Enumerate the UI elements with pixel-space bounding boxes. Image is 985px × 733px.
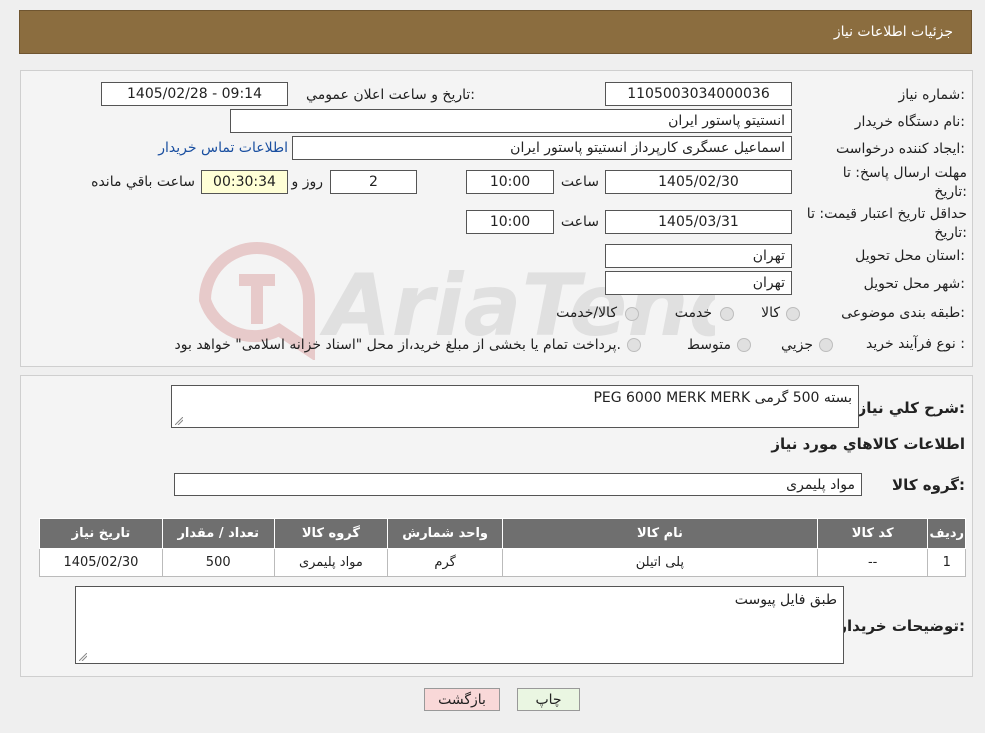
goods-group-label: گروه كالا: — [892, 476, 965, 494]
city-label: شهر محل تحويل: — [863, 276, 965, 292]
page-title: جزئیات اطلاعات نیاز — [833, 24, 953, 40]
need-number-label: شماره نیاز: — [898, 87, 965, 103]
need-number-field: 1105003034000036 — [605, 82, 792, 106]
process-label: نوع فرآيند خريد : — [866, 336, 965, 352]
category-label: طبقه بندی موضوعی: — [841, 305, 965, 321]
back-button[interactable]: بازگشت — [424, 688, 500, 711]
province-field: تهران — [605, 244, 792, 268]
col-unit: واحد شمارش — [387, 518, 503, 549]
buyer-notes-label: توضيحات خريدار: — [838, 617, 965, 635]
col-code: كد كالا — [816, 518, 929, 549]
col-row: رديف — [927, 518, 966, 549]
category-option-goods: كالا — [761, 305, 780, 321]
category-option-goods-service: كالا/خدمت — [556, 305, 617, 321]
creator-field: اسماعیل عسگری کارپرداز انستیتو پاستور ای… — [292, 136, 792, 160]
deadline-date-field: 1405/02/30 — [605, 170, 792, 194]
cell-date: 1405/02/30 — [39, 548, 163, 577]
cell-group: مواد پلیمری — [273, 548, 389, 577]
validity-time-field: 10:00 — [466, 210, 554, 234]
process-option-minor: جزيي — [781, 337, 813, 353]
col-group: گروه كالا — [273, 518, 389, 549]
cell-name: پلی اتیلن — [502, 548, 818, 577]
category-option-service: خدمت — [674, 305, 712, 321]
page-header: جزئیات اطلاعات نیاز — [19, 10, 972, 54]
buyer-org-label: نام دستگاه خريدار: — [854, 114, 965, 130]
deadline-time-label: ساعت — [560, 174, 599, 190]
deadline-time-field: 10:00 — [466, 170, 554, 194]
goods-section-title: اطلاعات كالاهاي مورد نياز — [771, 435, 965, 453]
category-radio-goods-service[interactable] — [625, 307, 639, 321]
process-radio-medium[interactable] — [737, 338, 751, 352]
table-row: 1 -- پلی اتیلن گرم مواد پلیمری 500 1405/… — [39, 548, 966, 577]
announce-label: تاریخ و ساعت اعلان عمومي: — [306, 87, 475, 103]
cell-quantity: 500 — [161, 548, 275, 577]
goods-group-field: مواد پلیمری — [174, 473, 862, 496]
buyer-notes-text: طبق فایل پیوست — [734, 592, 837, 608]
description-field[interactable]: PEG 6000 MERK MERK بسته 500 گرمی — [171, 385, 859, 428]
province-label: استان محل تحويل: — [855, 248, 965, 264]
description-text: PEG 6000 MERK MERK بسته 500 گرمی — [593, 390, 852, 406]
category-radio-service[interactable] — [720, 307, 734, 321]
process-radio-treasury[interactable] — [627, 338, 641, 352]
remaining-time-field: 00:30:34 — [201, 170, 288, 194]
resize-grip-icon[interactable] — [79, 653, 87, 661]
goods-table: رديف كد كالا نام كالا واحد شمارش گروه كا… — [39, 518, 966, 577]
process-radio-minor[interactable] — [819, 338, 833, 352]
days-label: روز و — [291, 174, 324, 190]
resize-grip-icon[interactable] — [175, 417, 183, 425]
col-date: تاريخ نياز — [39, 518, 163, 549]
buyer-contact-link[interactable]: اطلاعات تماس خريدار — [158, 140, 288, 156]
goods-table-header: رديف كد كالا نام كالا واحد شمارش گروه كا… — [39, 518, 966, 549]
days-field: 2 — [330, 170, 417, 194]
buyer-notes-field[interactable]: طبق فایل پیوست — [75, 586, 844, 664]
process-option-medium: متوسط — [687, 337, 731, 353]
city-field: تهران — [605, 271, 792, 295]
validity-time-label: ساعت — [560, 214, 599, 230]
validity-label: حداقل تاريخ اعتبار قيمت: تا تاريخ: — [806, 206, 967, 241]
validity-date-field: 1405/03/31 — [605, 210, 792, 234]
remaining-label: ساعت باقي مانده — [91, 174, 195, 190]
creator-label: ايجاد كننده درخواست: — [836, 141, 965, 157]
category-radio-goods[interactable] — [786, 307, 800, 321]
announce-field: 1405/02/28 - 09:14 — [101, 82, 288, 106]
deadline-label: مهلت ارسال پاسخ: تا تاريخ: — [842, 165, 967, 200]
col-name: نام كالا — [502, 518, 818, 549]
buyer-org-field: انستیتو پاستور ایران — [230, 109, 792, 133]
cell-code: -- — [816, 548, 929, 577]
cell-unit: گرم — [387, 548, 503, 577]
description-label: شرح كلي نياز: — [857, 399, 965, 417]
process-note: پرداخت تمام يا بخشی از مبلغ خريد،از محل … — [174, 337, 621, 353]
print-button[interactable]: چاپ — [517, 688, 580, 711]
cell-row: 1 — [927, 548, 966, 577]
col-quantity: تعداد / مقدار — [161, 518, 275, 549]
